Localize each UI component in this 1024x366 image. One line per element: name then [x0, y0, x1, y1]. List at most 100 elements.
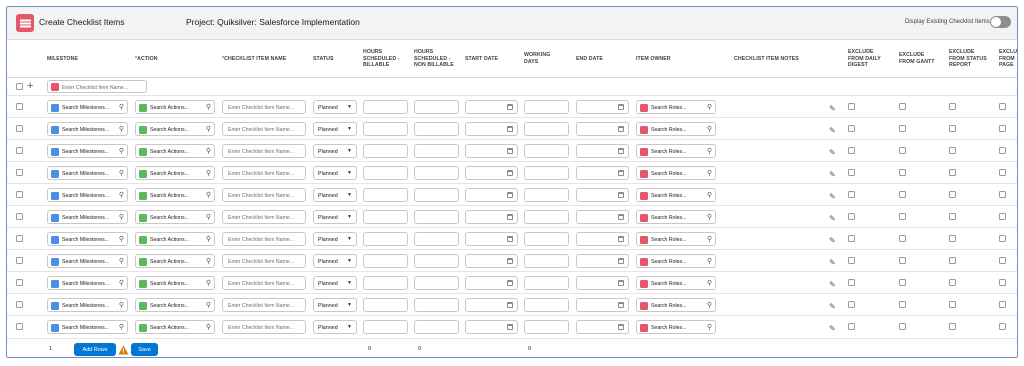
exclude-status-report-checkbox[interactable] — [949, 191, 956, 198]
status-select[interactable]: Planned ▼ — [313, 188, 357, 202]
exclude-daily-digest-checkbox[interactable] — [848, 191, 855, 198]
save-button[interactable]: Save — [131, 343, 158, 356]
status-select[interactable]: Planned ▼ — [313, 232, 357, 246]
end-date-input[interactable] — [576, 232, 629, 246]
pencil-icon[interactable]: ✎ — [829, 325, 836, 333]
exclude-daily-digest-checkbox[interactable] — [848, 125, 855, 132]
milestone-lookup[interactable]: Search Milestones... ⚲ — [47, 276, 128, 290]
hours-billable-input[interactable] — [363, 100, 408, 114]
calendar-icon[interactable] — [507, 169, 513, 176]
working-days-input[interactable] — [524, 298, 569, 312]
end-date-input[interactable] — [576, 122, 629, 136]
action-lookup[interactable]: Search Actions... ⚲ — [135, 100, 215, 114]
search-icon[interactable]: ⚲ — [206, 235, 211, 244]
status-select[interactable]: Planned ▼ — [313, 276, 357, 290]
calendar-icon[interactable] — [507, 235, 513, 242]
exclude-gantt-checkbox[interactable] — [899, 103, 906, 110]
pencil-icon[interactable]: ✎ — [829, 193, 836, 201]
checklist-item-name-input[interactable]: Enter Checklist Item Name... — [222, 144, 306, 158]
search-icon[interactable]: ⚲ — [707, 301, 712, 310]
milestone-lookup[interactable]: Search Milestones... ⚲ — [47, 100, 128, 114]
item-owner-lookup[interactable]: Search Roles... ⚲ — [636, 122, 716, 136]
calendar-icon[interactable] — [618, 191, 624, 198]
status-select[interactable]: Planned ▼ — [313, 298, 357, 312]
milestone-lookup[interactable]: Search Milestones... ⚲ — [47, 298, 128, 312]
end-date-input[interactable] — [576, 144, 629, 158]
status-select[interactable]: Planned ▼ — [313, 122, 357, 136]
exclude-status-report-checkbox[interactable] — [949, 147, 956, 154]
exclude-page-checkbox[interactable] — [999, 191, 1006, 198]
exclude-status-report-checkbox[interactable] — [949, 235, 956, 242]
search-icon[interactable]: ⚲ — [707, 257, 712, 266]
working-days-input[interactable] — [524, 166, 569, 180]
search-icon[interactable]: ⚲ — [707, 235, 712, 244]
search-icon[interactable]: ⚲ — [119, 103, 124, 112]
exclude-page-checkbox[interactable] — [999, 279, 1006, 286]
exclude-daily-digest-checkbox[interactable] — [848, 235, 855, 242]
search-icon[interactable]: ⚲ — [119, 257, 124, 266]
exclude-gantt-checkbox[interactable] — [899, 257, 906, 264]
checklist-item-name-input[interactable]: Enter Checklist Item Name... — [222, 320, 306, 334]
item-owner-lookup[interactable]: Search Roles... ⚲ — [636, 276, 716, 290]
start-date-input[interactable] — [465, 320, 518, 334]
exclude-page-checkbox[interactable] — [999, 169, 1006, 176]
search-icon[interactable]: ⚲ — [206, 125, 211, 134]
milestone-lookup[interactable]: Search Milestones... ⚲ — [47, 166, 128, 180]
action-lookup[interactable]: Search Actions... ⚲ — [135, 166, 215, 180]
action-lookup[interactable]: Search Actions... ⚲ — [135, 298, 215, 312]
end-date-input[interactable] — [576, 276, 629, 290]
search-icon[interactable]: ⚲ — [206, 169, 211, 178]
calendar-icon[interactable] — [618, 147, 624, 154]
exclude-status-report-checkbox[interactable] — [949, 169, 956, 176]
calendar-icon[interactable] — [507, 323, 513, 330]
milestone-lookup[interactable]: Search Milestones... ⚲ — [47, 188, 128, 202]
pencil-icon[interactable]: ✎ — [829, 303, 836, 311]
hours-billable-input[interactable] — [363, 298, 408, 312]
hours-billable-input[interactable] — [363, 188, 408, 202]
checklist-item-name-input[interactable]: Enter Checklist Item Name... — [222, 298, 306, 312]
hours-non-billable-input[interactable] — [414, 188, 459, 202]
status-select[interactable]: Planned ▼ — [313, 254, 357, 268]
hours-billable-input[interactable] — [363, 166, 408, 180]
item-owner-lookup[interactable]: Search Roles... ⚲ — [636, 210, 716, 224]
calendar-icon[interactable] — [507, 125, 513, 132]
display-existing-toggle[interactable] — [990, 16, 1011, 28]
search-icon[interactable]: ⚲ — [206, 147, 211, 156]
item-owner-lookup[interactable]: Search Roles... ⚲ — [636, 320, 716, 334]
item-owner-lookup[interactable]: Search Roles... ⚲ — [636, 232, 716, 246]
exclude-status-report-checkbox[interactable] — [949, 125, 956, 132]
search-icon[interactable]: ⚲ — [206, 323, 211, 332]
pencil-icon[interactable]: ✎ — [829, 127, 836, 135]
checklist-item-name-input[interactable]: Enter Checklist Item Name... — [222, 100, 306, 114]
pencil-icon[interactable]: ✎ — [829, 215, 836, 223]
end-date-input[interactable] — [576, 254, 629, 268]
pencil-icon[interactable]: ✎ — [829, 259, 836, 267]
hours-non-billable-input[interactable] — [414, 298, 459, 312]
checklist-item-name-input[interactable]: Enter Checklist Item Name... — [222, 276, 306, 290]
exclude-daily-digest-checkbox[interactable] — [848, 103, 855, 110]
calendar-icon[interactable] — [618, 257, 624, 264]
end-date-input[interactable] — [576, 188, 629, 202]
hours-billable-input[interactable] — [363, 122, 408, 136]
row-checkbox[interactable] — [16, 213, 23, 220]
end-date-input[interactable] — [576, 100, 629, 114]
hours-non-billable-input[interactable] — [414, 144, 459, 158]
search-icon[interactable]: ⚲ — [707, 279, 712, 288]
exclude-page-checkbox[interactable] — [999, 257, 1006, 264]
exclude-status-report-checkbox[interactable] — [949, 279, 956, 286]
plus-icon[interactable]: + — [27, 81, 33, 92]
exclude-page-checkbox[interactable] — [999, 301, 1006, 308]
row-checkbox[interactable] — [16, 235, 23, 242]
search-icon[interactable]: ⚲ — [119, 191, 124, 200]
exclude-status-report-checkbox[interactable] — [949, 103, 956, 110]
search-icon[interactable]: ⚲ — [707, 213, 712, 222]
milestone-lookup[interactable]: Search Milestones... ⚲ — [47, 210, 128, 224]
exclude-gantt-checkbox[interactable] — [899, 301, 906, 308]
search-icon[interactable]: ⚲ — [206, 191, 211, 200]
exclude-page-checkbox[interactable] — [999, 103, 1006, 110]
row-checkbox[interactable] — [16, 147, 23, 154]
start-date-input[interactable] — [465, 100, 518, 114]
pencil-icon[interactable]: ✎ — [829, 281, 836, 289]
exclude-daily-digest-checkbox[interactable] — [848, 169, 855, 176]
action-lookup[interactable]: Search Actions... ⚲ — [135, 232, 215, 246]
